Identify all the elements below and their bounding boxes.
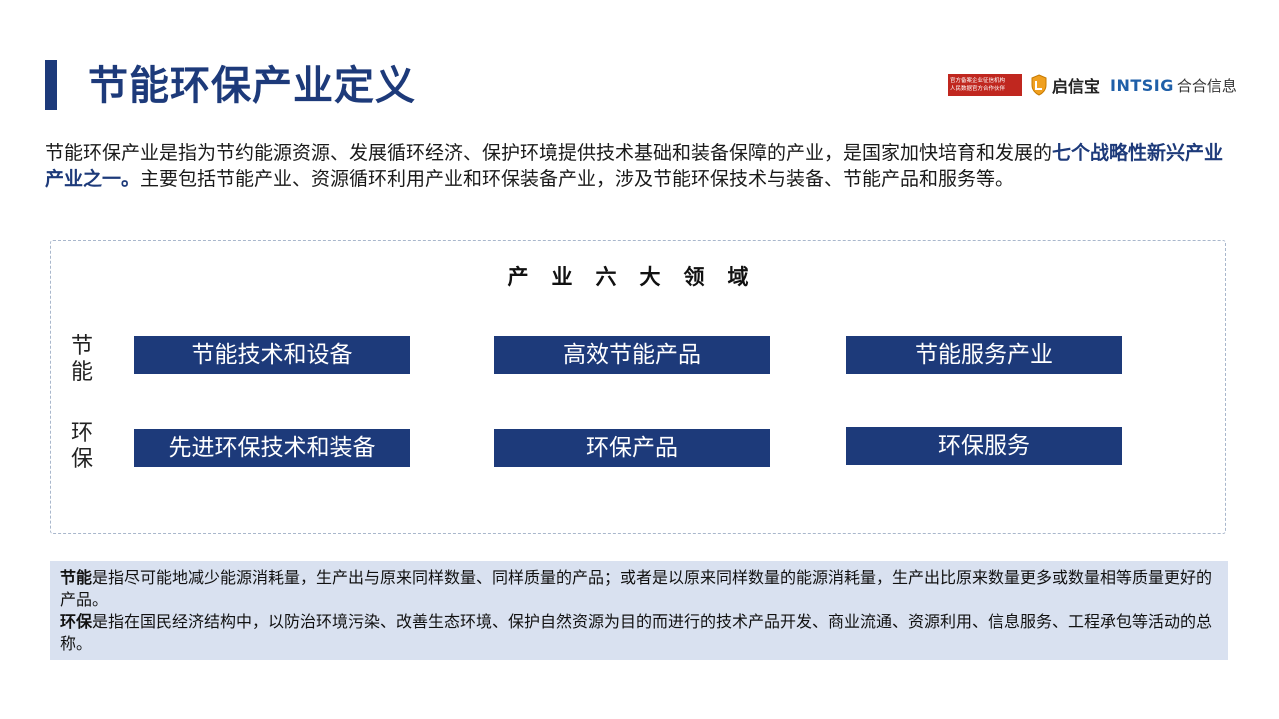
- definition-term: 环保: [60, 612, 93, 631]
- hehe-logo-text: 合合信息: [1176, 76, 1237, 95]
- badge-line-1: 官方备案企业征信机构: [950, 78, 1006, 84]
- row-label-energy: 节能: [70, 334, 93, 385]
- definitions-box: 节能是指尽可能地减少能源消耗量，生产出与原来同样数量、同样质量的产品；或者是以原…: [50, 561, 1228, 660]
- field-box-energy-tech: 节能技术和设备: [134, 336, 410, 374]
- page-title: 节能环保产业定义: [88, 63, 416, 109]
- definition-env: 环保是指在国民经济结构中，以防治环境污染、改善生态环境、保护自然资源为目的而进行…: [60, 611, 1218, 655]
- row-label-env: 环保: [70, 421, 93, 472]
- panel-title: 产业六大领域: [507, 265, 772, 289]
- field-box-energy-services: 节能服务产业: [846, 336, 1122, 374]
- official-badge-logo: 官方备案企业征信机构 人民数据官方合作伙伴: [948, 74, 1022, 96]
- intsig-logo-text: INTSIG: [1110, 75, 1174, 95]
- title-accent-bar: [45, 60, 57, 110]
- definition-text: 是指在国民经济结构中，以防治环境污染、改善生态环境、保护自然资源为目的而进行的技…: [60, 612, 1213, 653]
- field-box-env-services: 环保服务: [846, 427, 1122, 465]
- qixinbao-logo-text: 启信宝: [1052, 77, 1101, 96]
- field-box-env-tech: 先进环保技术和装备: [134, 429, 410, 467]
- intro-text-2: 主要包括节能产业、资源循环利用产业和环保装备产业，涉及节能环保技术与装备、节能产…: [140, 168, 1015, 190]
- logo-group: 官方备案企业征信机构 人民数据官方合作伙伴 启信宝 INTSIG 合合信息: [948, 72, 1237, 98]
- field-box-env-products: 环保产品: [494, 429, 770, 467]
- definition-term: 节能: [60, 568, 93, 587]
- definition-text: 是指尽可能地减少能源消耗量，生产出与原来同样数量、同样质量的产品；或者是以原来同…: [60, 568, 1213, 609]
- definition-energy: 节能是指尽可能地减少能源消耗量，生产出与原来同样数量、同样质量的产品；或者是以原…: [60, 567, 1218, 611]
- badge-line-2: 人民数据官方合作伙伴: [950, 86, 1006, 92]
- intro-text-1: 节能环保产业是指为节约能源资源、发展循环经济、保护环境提供技术基础和装备保障的产…: [45, 142, 1053, 164]
- field-box-energy-products: 高效节能产品: [494, 336, 770, 374]
- shield-icon: [1031, 74, 1047, 96]
- intro-paragraph: 节能环保产业是指为节约能源资源、发展循环经济、保护环境提供技术基础和装备保障的产…: [45, 140, 1227, 192]
